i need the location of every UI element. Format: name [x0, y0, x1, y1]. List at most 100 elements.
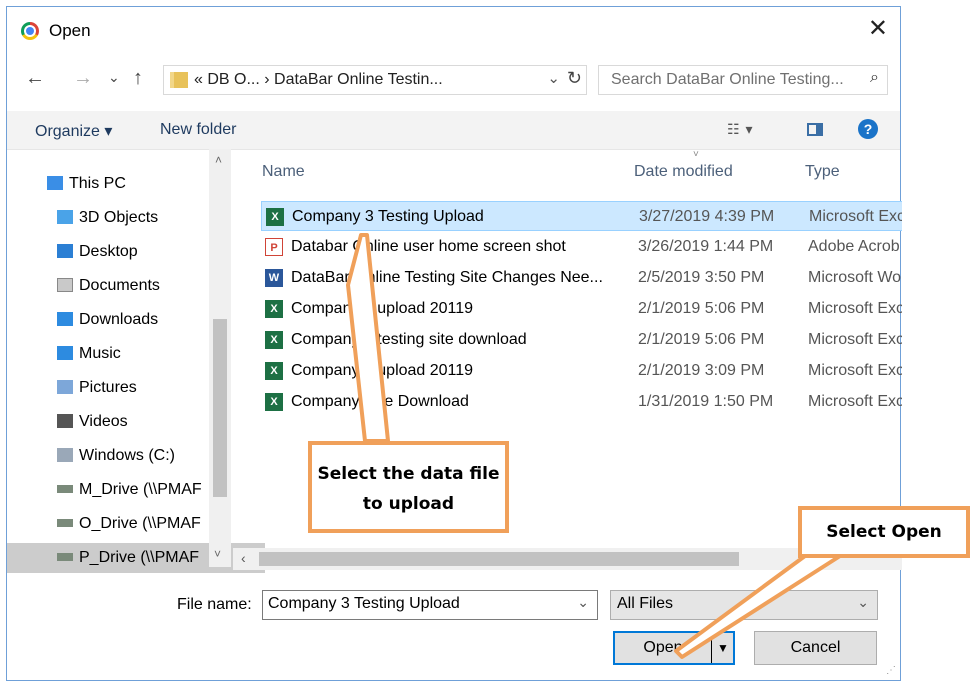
file-name: Company Live Download	[291, 393, 469, 410]
sidebar-item-label: Music	[79, 345, 121, 362]
sidebar-item-label: This PC	[69, 175, 126, 192]
open-options-icon[interactable]: ▼	[717, 633, 729, 663]
pdf-icon: P	[265, 238, 283, 256]
excel-icon: X	[265, 331, 283, 349]
open-button[interactable]: Open ▼	[613, 631, 735, 665]
column-header-name[interactable]: Name	[262, 163, 305, 181]
address-row: ← → ⌄ ↑ « DB O... › DataBar Online Testi…	[7, 55, 900, 111]
file-date: 2/5/2019 3:50 PM	[638, 269, 765, 286]
file-type: Microsoft Exc	[808, 393, 902, 410]
music-icon	[57, 346, 73, 360]
file-row[interactable]: X Company 2 upload 20119 2/1/2019 3:09 P…	[261, 356, 902, 386]
file-type-filter-value: All Files	[617, 595, 674, 612]
sidebar-scroll-thumb[interactable]	[213, 319, 227, 497]
file-date: 2/1/2019 5:06 PM	[638, 331, 765, 348]
file-row[interactable]: X Company 3 Testing Upload 3/27/2019 4:3…	[261, 201, 902, 231]
refresh-icon[interactable]: ↻	[567, 68, 582, 89]
dialog-title: Open	[49, 21, 91, 40]
split-divider	[711, 633, 712, 663]
chevron-down-icon[interactable]: ⌄	[577, 594, 589, 611]
help-icon[interactable]: ?	[858, 119, 878, 139]
file-name: DataBar Online Testing Site Changes Nee.…	[291, 269, 603, 286]
excel-icon: X	[266, 208, 284, 226]
open-button-label[interactable]: Open	[615, 633, 711, 663]
close-icon[interactable]: ✕	[868, 15, 888, 43]
file-name-field[interactable]: Company 3 Testing Upload ⌄	[262, 590, 598, 620]
callout-select-file: Select the data file to upload	[308, 441, 509, 533]
forward-button[interactable]: →	[73, 67, 93, 90]
desktop-icon	[57, 244, 73, 258]
scroll-down-icon[interactable]: ˅	[214, 547, 221, 561]
network-drive-icon	[57, 519, 73, 527]
back-button[interactable]: ←	[25, 67, 45, 90]
breadcrumb[interactable]: « DB O... › DataBar Online Testin...	[194, 71, 443, 89]
title-bar: Open ✕	[7, 7, 900, 55]
word-icon: W	[265, 269, 283, 287]
sidebar-item-label: Videos	[79, 413, 128, 430]
preview-pane-icon[interactable]	[807, 123, 823, 136]
file-row[interactable]: P Databar Online user home screen shot 3…	[261, 232, 902, 262]
excel-icon: X	[265, 362, 283, 380]
sort-chevron-icon: ˅	[693, 149, 699, 160]
command-bar: Organize ▾ New folder ☷ ▾ ?	[7, 111, 900, 150]
folder-icon	[170, 72, 188, 88]
scroll-up-icon[interactable]: ˄	[215, 153, 222, 167]
network-drive-icon	[57, 553, 73, 561]
file-row[interactable]: X Company 3 upload 20119 2/1/2019 5:06 P…	[261, 294, 902, 324]
search-input[interactable]: Search DataBar Online Testing... ⌕	[598, 65, 888, 95]
cube-icon	[57, 210, 73, 224]
drive-icon	[57, 448, 73, 462]
up-button[interactable]: ↑	[133, 67, 143, 90]
computer-icon	[47, 176, 63, 190]
search-icon[interactable]: ⌕	[870, 69, 879, 87]
file-type: Microsoft Exc	[808, 362, 902, 379]
file-name: Company 3 Testing Upload	[292, 208, 484, 225]
cancel-button[interactable]: Cancel	[754, 631, 877, 665]
sidebar-item-label: Documents	[79, 277, 160, 294]
file-name: Company 2 upload 20119	[291, 362, 474, 379]
navigation-pane: This PC 3D Objects Desktop Documents Dow…	[7, 149, 265, 573]
file-type: Microsoft Exc	[808, 300, 902, 317]
search-placeholder: Search DataBar Online Testing...	[611, 71, 844, 88]
sidebar-scrollbar[interactable]: ˄ ˅	[209, 149, 231, 567]
sidebar-item-label: P_Drive (\\PMAF	[79, 549, 200, 566]
file-row[interactable]: W DataBar Online Testing Site Changes Ne…	[261, 263, 902, 293]
pictures-icon	[57, 380, 73, 394]
column-header-date-modified[interactable]: Date modified	[634, 163, 733, 181]
excel-icon: X	[265, 393, 283, 411]
file-date: 2/1/2019 5:06 PM	[638, 300, 765, 317]
sidebar-item-label: M_Drive (\\PMAF	[79, 481, 202, 498]
view-options-icon[interactable]: ☷ ▾	[727, 121, 753, 138]
documents-icon	[57, 278, 73, 292]
file-date: 2/1/2019 3:09 PM	[638, 362, 765, 379]
file-name: Company 3 upload 20119	[291, 300, 474, 317]
file-type: Microsoft Exc	[809, 208, 902, 225]
file-name-label: File name:	[177, 596, 252, 613]
organize-button[interactable]: Organize ▾	[35, 121, 112, 141]
file-type-filter[interactable]: All Files ⌄	[610, 590, 878, 620]
sidebar-item-label: Desktop	[79, 243, 138, 260]
sidebar-item-label: O_Drive (\\PMAF	[79, 515, 201, 532]
new-folder-button[interactable]: New folder	[160, 121, 236, 139]
file-row[interactable]: X Company Live Download 1/31/2019 1:50 P…	[261, 387, 902, 417]
recent-locations-button[interactable]: ⌄	[108, 69, 120, 86]
address-bar[interactable]: « DB O... › DataBar Online Testin... ⌄ ↻	[163, 65, 587, 95]
scroll-left-icon[interactable]: ‹	[241, 550, 246, 566]
excel-icon: X	[265, 300, 283, 318]
sidebar-item-label: Pictures	[79, 379, 137, 396]
resize-grip-icon[interactable]: ⋰	[886, 665, 896, 676]
file-type: Adobe Acrob	[808, 238, 900, 255]
sidebar-item-label: 3D Objects	[79, 209, 159, 226]
file-name: Company 3 testing site download	[291, 331, 527, 348]
sidebar-item-label: Windows (C:)	[79, 447, 176, 464]
chevron-down-icon[interactable]: ⌄	[857, 594, 869, 611]
file-date: 3/26/2019 1:44 PM	[638, 238, 774, 255]
file-row[interactable]: X Company 3 testing site download 2/1/20…	[261, 325, 902, 355]
address-dropdown-icon[interactable]: ⌄	[547, 69, 560, 87]
column-header-type[interactable]: Type	[805, 163, 840, 181]
horizontal-scroll-thumb[interactable]	[259, 552, 739, 566]
file-type: Microsoft Exc	[808, 331, 902, 348]
file-name: Databar Online user home screen shot	[291, 238, 566, 255]
file-date: 1/31/2019 1:50 PM	[638, 393, 774, 410]
file-name-value[interactable]: Company 3 Testing Upload	[268, 595, 460, 613]
